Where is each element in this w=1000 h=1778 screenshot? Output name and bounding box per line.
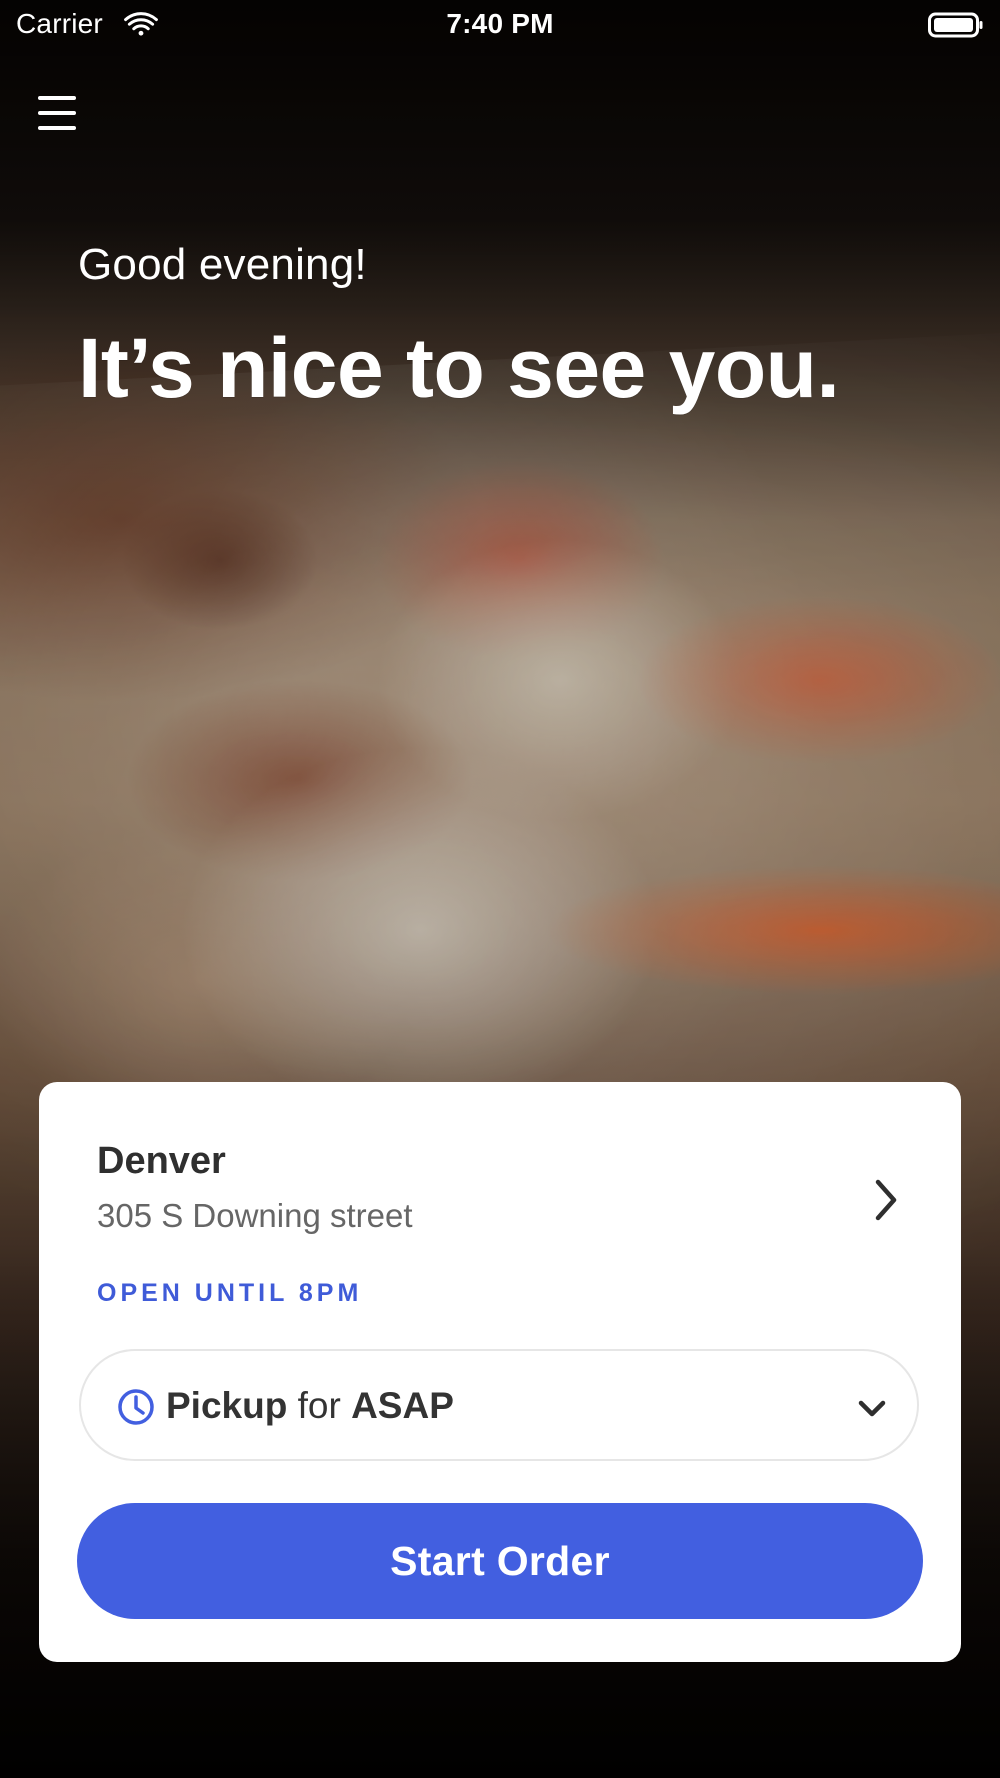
clock-icon <box>118 1389 154 1425</box>
battery-icon <box>928 12 983 38</box>
chevron-down-icon <box>858 1400 886 1417</box>
location-address: 305 S Downing street <box>97 1197 413 1234</box>
hero-headline: It’s nice to see you. <box>78 321 840 415</box>
store-hours: OPEN UNTIL 8PM <box>97 1279 363 1307</box>
location-city: Denver <box>97 1140 226 1182</box>
start-order-button[interactable]: Start Order <box>77 1503 923 1619</box>
pickup-time-select[interactable]: Pickup for ASAP <box>79 1349 919 1461</box>
menu-button[interactable] <box>36 96 80 136</box>
pickup-summary: Pickup for ASAP <box>166 1385 454 1427</box>
pickup-time: ASAP <box>351 1385 454 1426</box>
pickup-mode: Pickup <box>166 1385 288 1426</box>
location-card: Denver 305 S Downing street OPEN UNTIL 8… <box>39 1082 961 1662</box>
greeting-text: Good evening! <box>78 240 367 289</box>
hamburger-icon-line-3 <box>38 126 76 130</box>
pickup-connector: for <box>297 1385 341 1426</box>
chevron-right-icon[interactable] <box>868 1174 904 1226</box>
hamburger-icon-line-1 <box>38 96 76 100</box>
location-selector[interactable]: Denver 305 S Downing street <box>97 1140 857 1260</box>
status-time: 7:40 PM <box>446 8 554 39</box>
hamburger-icon-line-2 <box>38 111 76 115</box>
status-bar: Carrier 7:40 PM <box>0 0 1000 52</box>
